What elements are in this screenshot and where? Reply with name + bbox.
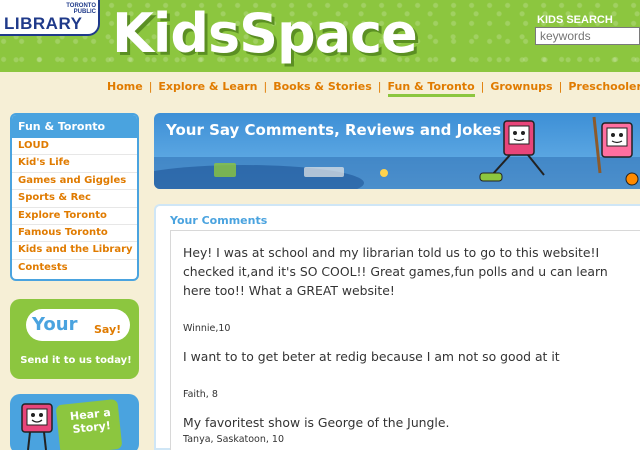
sidebar-item-games-giggles[interactable]: Games and Giggles [12, 173, 137, 191]
sidebar-item-kids-life[interactable]: Kid's Life [12, 155, 137, 173]
nav-separator: | [558, 80, 563, 93]
comment-author: Winnie,10 [183, 323, 231, 334]
nav-separator: | [263, 80, 268, 93]
promo-your-text: Your [32, 314, 78, 335]
sidebar-heading[interactable]: Fun & Toronto [12, 115, 137, 138]
comment-author: Faith, 8 [183, 389, 218, 400]
comments-panel: Your Comments Hey! I was at school and m… [154, 204, 640, 450]
library-logo[interactable]: TORONTO PUBLIC LIBRARY [0, 0, 100, 36]
promo-say-text: Say! [94, 323, 122, 336]
sidebar-item-kids-library[interactable]: Kids and the Library [12, 242, 137, 260]
sidebar-item-sports-rec[interactable]: Sports & Rec [12, 190, 137, 208]
comments-scroll-area[interactable]: Hey! I was at school and my librarian to… [170, 230, 640, 450]
comment-text: I want to to get beter at redig because … [183, 349, 560, 364]
sidebar-item-loud[interactable]: LOUD [12, 138, 137, 156]
logo-title: LIBRARY [4, 14, 83, 33]
nav-separator: | [377, 80, 382, 93]
robot-character-icon [21, 403, 53, 450]
nav-fun-toronto[interactable]: Fun & Toronto [387, 80, 475, 97]
nav-home[interactable]: Home [107, 80, 143, 93]
nav-grownups[interactable]: Grownups [490, 80, 552, 93]
search-input[interactable] [535, 27, 640, 45]
hear-story-promo[interactable]: Hear a Story! [10, 394, 139, 450]
comment-text: Hey! I was at school and my librarian to… [183, 245, 608, 298]
nav-preschoolers[interactable]: Preschoolers [568, 80, 640, 93]
sidebar-item-contests[interactable]: Contests [12, 260, 137, 277]
banner-title: Your Say Comments, Reviews and Jokes [166, 121, 502, 139]
promo-send-text: Send it to us today! [20, 355, 132, 366]
comment-author: Tanya, Saskatoon, 10 [183, 434, 285, 445]
site-header: TORONTO PUBLIC LIBRARY KidsSpace KIDS SE… [0, 0, 640, 72]
comments-heading: Your Comments [170, 214, 268, 227]
main-nav: Home | Explore & Learn | Books & Stories | Fun… [0, 72, 640, 102]
your-say-promo[interactable]: Your Say! Send it to us today! [10, 299, 139, 379]
sidebar-item-famous-toronto[interactable]: Famous Toronto [12, 225, 137, 243]
nav-separator: | [148, 80, 153, 93]
search-label: KIDS SEARCH [537, 14, 613, 26]
page-banner: Your Say Comments, Reviews and Jokes [154, 113, 640, 189]
site-title[interactable]: KidsSpace [112, 2, 418, 65]
sidebar-item-explore-toronto[interactable]: Explore Toronto [12, 208, 137, 225]
nav-explore-learn[interactable]: Explore & Learn [158, 80, 257, 93]
nav-separator: | [480, 80, 485, 93]
sidebar-menu: Fun & Toronto LOUD Kid's Life Games and … [10, 113, 139, 281]
nav-books-stories[interactable]: Books & Stories [273, 80, 372, 93]
comment-text: My favoritest show is George of the Jung… [183, 415, 450, 430]
